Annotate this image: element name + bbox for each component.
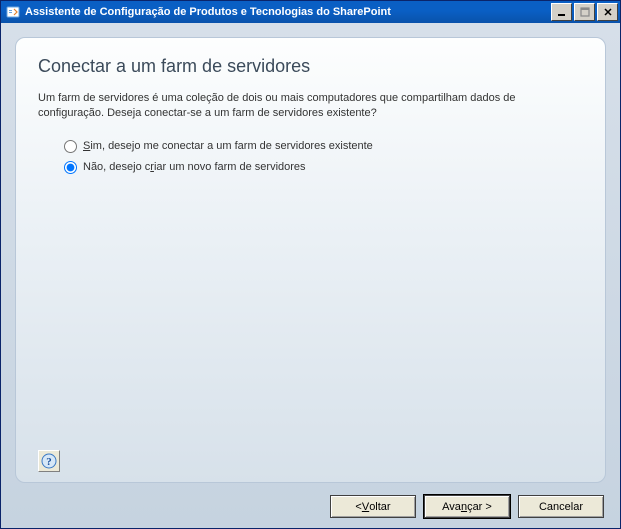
page-description: Um farm de servidores é uma coleção de d…: [38, 91, 583, 122]
wizard-button-row: < Voltar Avançar > Cancelar: [15, 495, 606, 518]
help-row: ?: [38, 450, 583, 472]
radio-create-new[interactable]: [64, 161, 77, 174]
farm-choice-group: Sim, desejo me conectar a um farm de ser…: [64, 140, 583, 182]
label-create-new: Não, desejo criar um novo farm de servid…: [83, 161, 306, 173]
app-icon: [5, 4, 21, 20]
next-button[interactable]: Avançar >: [424, 495, 510, 518]
content-panel: Conectar a um farm de servidores Um farm…: [15, 37, 606, 483]
close-button[interactable]: [597, 3, 618, 21]
radio-connect-existing[interactable]: [64, 140, 77, 153]
maximize-button[interactable]: [574, 3, 595, 21]
option-create-new[interactable]: Não, desejo criar um novo farm de servid…: [64, 161, 583, 174]
window-title: Assistente de Configuração de Produtos e…: [25, 6, 549, 18]
back-button[interactable]: < Voltar: [330, 495, 416, 518]
titlebar: Assistente de Configuração de Produtos e…: [1, 1, 620, 23]
window-controls: [549, 3, 618, 21]
client-area: Conectar a um farm de servidores Um farm…: [1, 23, 620, 528]
svg-text:?: ?: [46, 456, 52, 468]
label-connect-existing: Sim, desejo me conectar a um farm de ser…: [83, 140, 373, 152]
minimize-button[interactable]: [551, 3, 572, 21]
cancel-button[interactable]: Cancelar: [518, 495, 604, 518]
wizard-window: Assistente de Configuração de Produtos e…: [0, 0, 621, 529]
page-heading: Conectar a um farm de servidores: [38, 56, 583, 77]
help-button[interactable]: ?: [38, 450, 60, 472]
option-connect-existing[interactable]: Sim, desejo me conectar a um farm de ser…: [64, 140, 583, 153]
